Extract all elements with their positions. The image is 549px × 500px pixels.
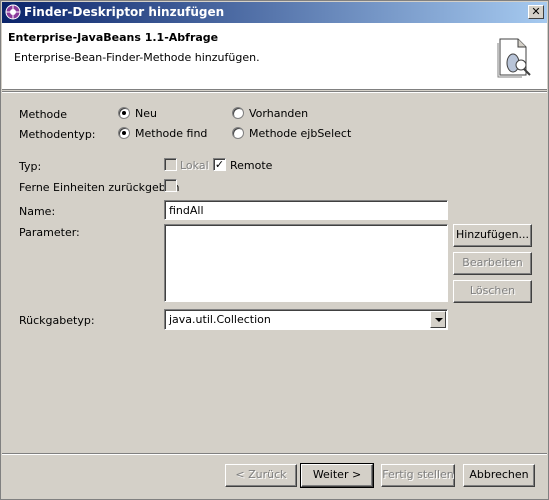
close-button[interactable]: ✕ — [528, 5, 544, 19]
cancel-button[interactable]: Abbrechen — [463, 464, 535, 487]
methodentyp-label: Methodentyp: — [19, 128, 96, 141]
edit-parameter-button[interactable]: Bearbeiten — [453, 252, 532, 275]
wizard-heading: Enterprise-JavaBeans 1.1-Abfrage — [8, 31, 219, 44]
rueckgabetyp-value: java.util.Collection — [169, 313, 271, 326]
dialog-window: Finder-Deskriptor hinzufügen ✕ Enterpris… — [0, 0, 549, 500]
methodentyp-ejbselect-label[interactable]: Methode ejbSelect — [249, 127, 351, 140]
wizard-description: Enterprise-Bean-Finder-Methode hinzufüge… — [14, 51, 260, 64]
app-icon — [5, 4, 21, 20]
methode-neu-label[interactable]: Neu — [135, 107, 157, 120]
wizard-banner: Enterprise-JavaBeans 1.1-Abfrage Enterpr… — [2, 23, 547, 90]
ferne-einheiten-label: Ferne Einheiten zurückgeben — [19, 181, 180, 194]
methode-neu-radio[interactable] — [118, 107, 130, 119]
methode-label: Methode — [19, 108, 68, 121]
methodentyp-find-label[interactable]: Methode find — [135, 127, 207, 140]
rueckgabetyp-label: Rückgabetyp: — [19, 314, 95, 327]
back-button[interactable]: < Zurück — [225, 464, 297, 487]
delete-parameter-button[interactable]: Löschen — [453, 280, 532, 303]
bean-finder-wizard-icon — [497, 38, 531, 78]
finish-button[interactable]: Fertig stellen — [381, 464, 455, 487]
parameter-list[interactable] — [164, 224, 448, 302]
name-input[interactable] — [164, 200, 448, 220]
methodentyp-find-radio[interactable] — [118, 127, 130, 139]
footer-separator — [2, 453, 547, 455]
rueckgabetyp-combo[interactable]: java.util.Collection — [164, 309, 448, 330]
remote-label[interactable]: Remote — [230, 159, 272, 172]
methode-vorhanden-label[interactable]: Vorhanden — [249, 107, 308, 120]
close-icon: ✕ — [531, 5, 541, 18]
add-parameter-button[interactable]: Hinzufügen... — [453, 224, 532, 247]
lokal-label: Lokal — [180, 159, 209, 172]
methode-vorhanden-radio[interactable] — [232, 107, 244, 119]
chevron-down-icon[interactable] — [430, 311, 446, 328]
ferne-einheiten-checkbox[interactable] — [164, 179, 177, 192]
lokal-checkbox[interactable] — [164, 158, 177, 171]
separator — [2, 91, 547, 93]
remote-checkbox[interactable]: ✓ — [213, 158, 226, 171]
typ-label: Typ: — [19, 160, 42, 173]
parameter-label: Parameter: — [19, 226, 80, 239]
name-label: Name: — [19, 205, 56, 218]
next-button[interactable]: Weiter > — [300, 463, 374, 488]
methodentyp-ejbselect-radio[interactable] — [232, 127, 244, 139]
title-bar[interactable]: Finder-Deskriptor hinzufügen ✕ — [2, 2, 547, 23]
window-title: Finder-Deskriptor hinzufügen — [24, 5, 225, 19]
